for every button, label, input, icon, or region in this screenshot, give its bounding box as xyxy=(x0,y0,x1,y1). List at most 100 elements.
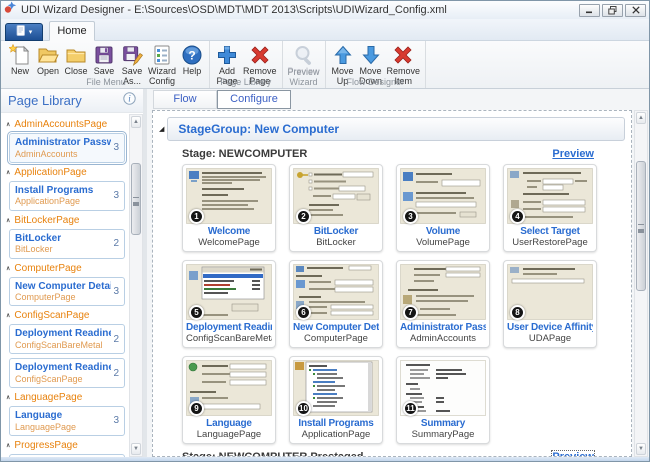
page-tile-welcomepage[interactable]: 1WelcomeWelcomePage xyxy=(182,164,276,252)
page-group-label: LanguagePage xyxy=(14,392,82,403)
page-tile-title: Volume xyxy=(400,226,486,237)
step-number-badge: 6 xyxy=(296,305,311,320)
page-group-label: AdminAccountsPage xyxy=(14,119,107,130)
page-group-label: ConfigScanPage xyxy=(14,310,89,321)
page-card-title: Administrator Password xyxy=(15,137,111,149)
page-card-count: 2 xyxy=(111,238,119,249)
info-icon[interactable]: i xyxy=(123,92,136,110)
sidebar-scrollbar-thumb[interactable] xyxy=(131,163,141,235)
page-card-count: 3 xyxy=(111,286,119,297)
open-button[interactable]: Open xyxy=(34,42,62,76)
page-tile-bitlocker[interactable]: 2BitLockerBitLocker xyxy=(289,164,383,252)
page-library-sidebar: Page Library i ∧ AdminAccountsPage Adminis… xyxy=(1,89,147,457)
page-group-label: ComputerPage xyxy=(14,263,81,274)
open-folder-icon xyxy=(36,43,60,66)
page-card-title: Language xyxy=(15,410,111,422)
app-menu-button[interactable]: ▾ xyxy=(5,23,43,41)
svg-text:?: ? xyxy=(188,48,195,62)
page-tile-title: New Computer Details xyxy=(293,322,379,333)
page-tile-userrestorepage[interactable]: 4Select TargetUserRestorePage xyxy=(503,164,597,252)
add-page-icon xyxy=(215,43,239,66)
ribbon-group-label: Flow Designer xyxy=(326,77,426,87)
page-tile-applicationpage[interactable]: 10Install ProgramsApplicationPage xyxy=(289,356,383,444)
page-tile-subtitle: UDAPage xyxy=(507,333,593,344)
page-group-applicationpage[interactable]: ∧ApplicationPage xyxy=(6,167,127,178)
page-card-subtitle: AdminAccounts xyxy=(15,149,111,159)
page-library-card[interactable]: Deployment ReadinessConfigScanPage2 xyxy=(9,358,125,388)
page-card-title: Deployment Readiness xyxy=(15,328,111,340)
page-group-configscanpage[interactable]: ∧ ConfigScanPage xyxy=(6,310,127,321)
page-group-computerpage[interactable]: ∧ComputerPage xyxy=(6,263,127,274)
help-icon: ? xyxy=(180,43,204,66)
page-library-card[interactable]: LanguageLanguagePage3 xyxy=(9,406,125,436)
tab-configure[interactable]: Configure xyxy=(217,90,291,109)
move-down-icon xyxy=(359,43,383,66)
button-label: Open xyxy=(36,66,60,76)
help-button[interactable]: ?Help xyxy=(178,42,206,76)
page-group-languagepage[interactable]: ∧ LanguagePage xyxy=(6,392,127,403)
close-button[interactable]: Close xyxy=(62,42,90,76)
new-button[interactable]: New xyxy=(6,42,34,76)
scroll-up-icon[interactable]: ▲ xyxy=(636,112,646,124)
minimize-button[interactable] xyxy=(579,4,600,17)
page-library-list: ∧ AdminAccountsPage Administrator Password… xyxy=(1,114,129,457)
page-tile-subtitle: UserRestorePage xyxy=(507,237,593,248)
scroll-down-icon[interactable]: ▼ xyxy=(636,443,646,455)
stage-group-header[interactable]: StageGroup: New Computer xyxy=(167,117,625,141)
step-number-badge: 3 xyxy=(403,209,418,224)
page-card-subtitle: ApplicationPage xyxy=(15,196,111,206)
scroll-up-icon[interactable]: ▲ xyxy=(131,116,141,128)
page-card-subtitle: ConfigScanBareMetal xyxy=(15,340,111,350)
page-group-label: ProgressPage xyxy=(14,440,77,451)
document-menu-icon xyxy=(16,23,26,41)
close-button[interactable] xyxy=(625,4,646,17)
collapse-chevron-icon: ∧ xyxy=(6,121,10,128)
page-library-header: Page Library i xyxy=(1,89,143,113)
stage-section: Stage: NEWCOMPUTERPreview1WelcomeWelcome… xyxy=(170,148,626,444)
page-library-card[interactable]: Install ProgramsApplicationPage3 xyxy=(9,181,125,211)
ribbon-toolbar: NewOpenCloseSaveSave As...Wizard Config?… xyxy=(1,41,649,89)
button-label: New xyxy=(8,66,32,76)
page-card-count: 3 xyxy=(111,142,119,153)
scroll-down-icon[interactable]: ▼ xyxy=(131,443,141,455)
expander-triangle-icon[interactable]: ◢ xyxy=(159,125,164,133)
page-library-card[interactable]: Deployment ReadinessConfigScanBareMetal2 xyxy=(9,324,125,354)
page-group-progresspage[interactable]: ∧ ProgressPage xyxy=(6,440,127,451)
button-label: Save xyxy=(92,66,116,76)
new-document-icon xyxy=(8,43,32,66)
content-scrollbar[interactable]: ▲ ▼ xyxy=(634,110,648,457)
page-tile-summarypage[interactable]: 11SummarySummaryPage xyxy=(396,356,490,444)
tab-flow[interactable]: Flow xyxy=(153,90,217,109)
page-tile-subtitle: ComputerPage xyxy=(293,333,379,344)
app-icon xyxy=(4,1,17,19)
collapse-chevron-icon: ∧ xyxy=(6,312,10,319)
page-tile-subtitle: SummaryPage xyxy=(400,429,486,440)
ribbon-group-preview-wizard: PreviewPreview Wizard xyxy=(283,41,326,88)
page-tile-computerpage[interactable]: 6 New Computer DetailsComputerPage xyxy=(289,260,383,348)
page-tile-volumepage[interactable]: 3VolumeVolumePage xyxy=(396,164,490,252)
page-tile-udapage[interactable]: 8User Device AffinityUDAPage xyxy=(503,260,597,348)
page-tile-configscanbaremetal[interactable]: 5Deployment ReadinessConfigScanBareMetal xyxy=(182,260,276,348)
page-tile-adminaccounts[interactable]: 7Administrator Passw...AdminAccounts xyxy=(396,260,490,348)
page-library-card[interactable]: Administrator PasswordAdminAccounts3 xyxy=(9,133,125,163)
page-tile-title: Administrator Passw... xyxy=(400,322,486,333)
page-tile-title: Language xyxy=(186,418,272,429)
content-scrollbar-thumb[interactable] xyxy=(636,161,646,291)
tab-home[interactable]: Home xyxy=(49,21,95,41)
page-library-card[interactable]: BitLockerBitLocker2 xyxy=(9,229,125,259)
sidebar-scrollbar[interactable]: ▲ ▼ xyxy=(129,114,143,457)
page-tile-languagepage[interactable]: 9LanguageLanguagePage xyxy=(182,356,276,444)
collapse-chevron-icon: ∧ xyxy=(6,394,10,401)
restore-button[interactable] xyxy=(602,4,623,17)
collapse-chevron-icon: ∧ xyxy=(6,442,10,449)
page-library-card[interactable]: New Computer DetailsComputerPage3 xyxy=(9,277,125,307)
save-button[interactable]: Save xyxy=(90,42,118,76)
page-group-adminaccountspage[interactable]: ∧ AdminAccountsPage xyxy=(6,119,127,130)
preview-link[interactable]: Preview xyxy=(552,148,594,160)
window-bottom-edge xyxy=(1,457,649,461)
page-card-count: 3 xyxy=(111,190,119,201)
page-group-bitlockerpage[interactable]: ∧BitLockerPage xyxy=(6,215,127,226)
page-tile-subtitle: WelcomePage xyxy=(186,237,272,248)
page-card-subtitle: ConfigScanPage xyxy=(15,374,111,384)
page-card-subtitle: LanguagePage xyxy=(15,422,111,432)
